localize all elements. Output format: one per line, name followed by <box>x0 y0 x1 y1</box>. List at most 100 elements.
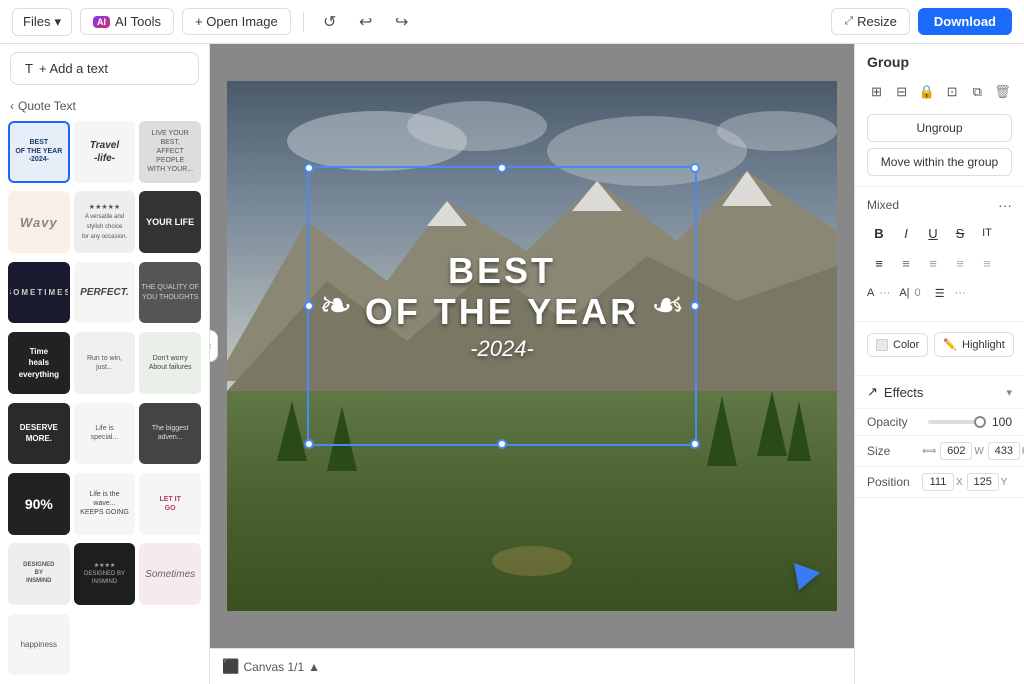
template-item[interactable]: SOMETIMES <box>8 262 70 324</box>
toolbar-right: ⤢ Resize Download <box>831 8 1012 35</box>
strikethrough-button[interactable]: S <box>948 221 972 245</box>
copy-icon[interactable]: ⧉ <box>968 80 987 104</box>
color-highlight-row: Color ✏️ Highlight <box>867 332 1012 357</box>
mixed-row: Mixed ··· <box>867 197 1012 213</box>
ai-badge: AI <box>93 16 110 28</box>
add-text-button[interactable]: T + Add a text <box>10 52 199 85</box>
size-width-input[interactable] <box>940 442 972 460</box>
main-layout: T + Add a text ‹ Quote Text BESTOF THE Y… <box>0 44 1024 684</box>
collapse-handle[interactable]: ‹ <box>210 330 218 362</box>
layers-group-icon[interactable]: ⊞ <box>867 80 886 104</box>
left-panel: T + Add a text ‹ Quote Text BESTOF THE Y… <box>0 44 210 684</box>
template-item[interactable]: Wavy <box>8 191 70 253</box>
delete-icon[interactable]: 🗑 <box>993 80 1012 104</box>
position-x-input[interactable] <box>922 473 954 491</box>
template-item[interactable]: Run to win,just... <box>74 332 136 394</box>
text-group[interactable]: ❧ BESTOF THE YEAR -2024- ❧ <box>307 166 697 446</box>
section-label: ‹ Quote Text <box>0 93 209 117</box>
color-button[interactable]: Color <box>867 333 928 357</box>
template-item[interactable]: Life is thewave...KEEPS GOING <box>74 473 136 535</box>
template-item[interactable]: DESERVEMORE. <box>8 403 70 465</box>
ai-tools-button[interactable]: AI AI Tools <box>80 8 174 35</box>
width-unit: W <box>974 446 983 457</box>
template-item[interactable]: THE QUALITY OFYOU THOUGHTS <box>139 262 201 324</box>
font-size-icon: A| <box>899 287 909 299</box>
effects-icon: ↗ <box>867 384 878 400</box>
position-y-field: Y <box>967 473 1008 491</box>
canvas-area: ‹ <box>210 44 854 684</box>
template-item[interactable]: PERFECT. <box>74 262 136 324</box>
resize-button[interactable]: ⤢ Resize <box>831 8 910 35</box>
format-row-2: A ··· A| 0 ☰ ··· <box>867 281 1012 305</box>
canvas-image[interactable]: ❧ BESTOF THE YEAR -2024- ❧ <box>227 81 837 611</box>
align-left-button[interactable]: ≡ <box>867 251 891 275</box>
position-x-field: X <box>922 473 963 491</box>
align-right-button[interactable]: ≡ <box>921 251 945 275</box>
bold-button[interactable]: B <box>867 221 891 245</box>
opacity-value: 100 <box>992 415 1012 429</box>
template-item[interactable]: Timehealseverything <box>8 332 70 394</box>
frame-icon[interactable]: ⊡ <box>943 80 962 104</box>
opacity-slider[interactable] <box>928 420 986 424</box>
template-item[interactable]: Life isspecial... <box>74 403 136 465</box>
canvas-chevron-icon: ▲ <box>308 660 320 674</box>
align-center-button[interactable]: ≡ <box>894 251 918 275</box>
unlink-icon[interactable]: ⊟ <box>892 80 911 104</box>
template-item[interactable]: Travel-life- <box>74 121 136 183</box>
move-within-group-button[interactable]: Move within the group <box>867 148 1012 176</box>
list-button[interactable]: ≡ <box>975 251 999 275</box>
x-unit: X <box>956 477 963 488</box>
color-highlight-section: Color ✏️ Highlight <box>855 322 1024 376</box>
position-inputs: X Y <box>922 473 1012 491</box>
ungroup-button[interactable]: Ungroup <box>867 114 1012 142</box>
template-item[interactable]: LIVE YOUR BEST,AFFECT PEOPLEWITH YOUR... <box>139 121 201 183</box>
laurel-row: ❧ BESTOF THE YEAR -2024- ❧ <box>309 250 695 363</box>
color-swatch <box>876 339 888 351</box>
template-item[interactable]: ★★★★★A versatile andstylish choicefor an… <box>74 191 136 253</box>
italic-button[interactable]: I <box>894 221 918 245</box>
redo-button[interactable]: ↪ <box>388 8 416 36</box>
template-item[interactable]: LET ITGO <box>139 473 201 535</box>
download-label: Download <box>934 14 996 29</box>
effects-chevron-icon: ▾ <box>1006 386 1012 399</box>
template-item[interactable]: YOUR LIFE <box>139 191 201 253</box>
template-item[interactable]: happiness <box>8 614 70 676</box>
underline-button[interactable]: U <box>921 221 945 245</box>
font-size-value: 0 <box>915 287 921 299</box>
align-justify-button[interactable]: ≡ <box>948 251 972 275</box>
effects-row[interactable]: ↗ Effects ▾ <box>855 376 1024 409</box>
add-text-label: + Add a text <box>39 61 108 76</box>
files-button[interactable]: Files ▾ <box>12 8 72 36</box>
position-y-input[interactable] <box>967 473 999 491</box>
layers-icon: ⬛ <box>222 658 239 675</box>
group-section: Group ⊞ ⊟ 🔒 ⊡ ⧉ 🗑 Ungroup Move within th… <box>855 44 1024 187</box>
more-dots[interactable]: ··· <box>955 287 966 299</box>
undo2-button[interactable]: ↩ <box>352 8 380 36</box>
open-image-button[interactable]: + Open Image <box>182 8 291 35</box>
size-inputs: ⟺ W H <box>922 442 1024 460</box>
template-item[interactable]: Don't worryAbout failures <box>139 332 201 394</box>
mixed-dots[interactable]: ··· <box>998 197 1012 213</box>
text-a-dots: ··· <box>879 287 890 299</box>
resize-icon: ⤢ <box>844 15 853 28</box>
download-button[interactable]: Download <box>918 8 1012 35</box>
highlight-pen-icon: ✏️ <box>943 338 957 351</box>
template-item[interactable]: BESTOF THE YEAR-2024- <box>8 121 70 183</box>
color-label: Color <box>893 339 919 351</box>
template-grid: BESTOF THE YEAR-2024- Travel-life- LIVE … <box>0 117 209 684</box>
template-item[interactable]: Sometimes <box>139 543 201 605</box>
template-item[interactable]: The biggestadven... <box>139 403 201 465</box>
list-text-button[interactable]: ☰ <box>928 281 952 305</box>
highlight-button[interactable]: ✏️ Highlight <box>934 332 1014 357</box>
template-item[interactable]: DESIGNEDBYINSMIND <box>8 543 70 605</box>
canvas-label: ⬛ Canvas 1/1 ▲ <box>222 658 320 675</box>
text-transform-button[interactable]: IT <box>975 221 999 245</box>
undo-button[interactable]: ↺ <box>316 8 344 36</box>
toolbar-left: Files ▾ AI AI Tools + Open Image ↺ ↩ ↪ <box>12 8 823 36</box>
open-image-label: + Open Image <box>195 14 278 29</box>
lock-icon[interactable]: 🔒 <box>917 80 936 104</box>
template-item[interactable]: 90% <box>8 473 70 535</box>
size-height-input[interactable] <box>988 442 1020 460</box>
template-item[interactable]: ★★★★DESIGNED BYINSMIND <box>74 543 136 605</box>
section-title: Quote Text <box>18 99 76 113</box>
